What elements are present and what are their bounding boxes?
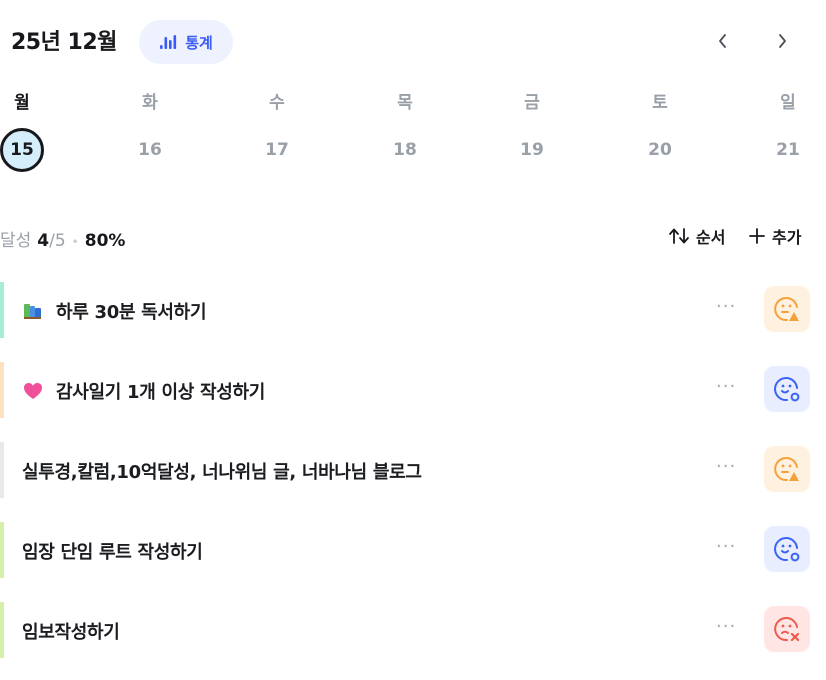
mood-button-happy[interactable]	[764, 526, 810, 572]
weekday-mon: 월	[14, 93, 30, 113]
more-options-button[interactable]: ···	[716, 616, 736, 637]
task-title: 감사일기 1개 이상 작성하기	[56, 382, 265, 403]
task-title: 임장 단임 루트 작성하기	[22, 542, 203, 563]
summary-percent: 80%	[84, 231, 126, 251]
date-21[interactable]: 21	[766, 128, 810, 172]
task-accent-bar	[0, 442, 4, 498]
date-20[interactable]: 20	[638, 128, 682, 172]
stats-button-label: 통계	[185, 33, 213, 52]
mood-button-neutral[interactable]	[764, 286, 810, 332]
sort-arrows-icon	[669, 228, 689, 244]
add-task-label: 추가	[772, 228, 802, 247]
task-item[interactable]: 임보작성하기 ···	[0, 602, 826, 658]
chevron-right-icon	[779, 34, 786, 48]
task-title: 임보작성하기	[22, 622, 120, 643]
task-title: 하루 30분 독서하기	[56, 302, 207, 323]
weekday-sun: 일	[780, 93, 796, 113]
summary-label: 달성	[0, 231, 32, 251]
frown-face-x-icon	[774, 617, 800, 642]
bar-chart-icon	[160, 35, 177, 49]
task-title: 실투경,칼럼,10억달성, 너나위님 글, 너바나님 블로그	[22, 462, 422, 483]
mood-button-neutral[interactable]	[764, 446, 810, 492]
task-accent-bar	[0, 522, 4, 578]
weekday-sat: 토	[652, 93, 668, 113]
date-19[interactable]: 19	[510, 128, 554, 172]
date-16[interactable]: 16	[128, 128, 172, 172]
date-15-selected[interactable]: 15	[0, 128, 44, 172]
more-options-button[interactable]: ···	[716, 456, 736, 477]
date-18[interactable]: 18	[383, 128, 427, 172]
more-options-button[interactable]: ···	[716, 296, 736, 317]
prev-week-button[interactable]	[708, 26, 738, 56]
task-accent-bar	[0, 602, 4, 658]
mood-button-bad[interactable]	[764, 606, 810, 652]
summary-done-count: 4	[37, 231, 50, 251]
books-icon	[24, 304, 41, 319]
next-week-button[interactable]	[767, 26, 797, 56]
add-task-button[interactable]: 추가	[748, 224, 801, 248]
weekday-tue: 화	[142, 93, 158, 113]
chevron-left-icon	[719, 34, 726, 48]
smile-face-icon	[774, 377, 800, 402]
weekday-thu: 목	[397, 93, 413, 113]
weekday-wed: 수	[269, 93, 285, 113]
neutral-face-warning-icon	[774, 457, 799, 482]
date-17[interactable]: 17	[255, 128, 299, 172]
month-title: 25년 12월	[11, 30, 117, 55]
task-item[interactable]: 임장 단임 루트 작성하기 ···	[0, 522, 826, 578]
task-item[interactable]: 감사일기 1개 이상 작성하기 ···	[0, 362, 826, 418]
mood-button-happy[interactable]	[764, 366, 810, 412]
achievement-summary: 달성 4 /5 • 80%	[0, 226, 125, 251]
summary-total-count: /5	[49, 231, 66, 251]
smile-face-icon	[774, 537, 800, 562]
task-item[interactable]: 하루 30분 독서하기 ···	[0, 282, 826, 338]
sort-order-button[interactable]: 순서	[668, 224, 725, 248]
plus-icon	[749, 228, 765, 244]
task-item[interactable]: 실투경,칼럼,10억달성, 너나위님 글, 너바나님 블로그 ···	[0, 442, 826, 498]
neutral-face-warning-icon	[774, 297, 799, 322]
weekday-fri: 금	[524, 93, 540, 113]
more-options-button[interactable]: ···	[716, 376, 736, 397]
heart-icon	[24, 383, 42, 399]
more-options-button[interactable]: ···	[716, 536, 736, 557]
sort-order-label: 순서	[696, 228, 726, 247]
summary-separator: •	[71, 235, 79, 249]
task-accent-bar	[0, 282, 4, 338]
task-accent-bar	[0, 362, 4, 418]
stats-button[interactable]: 통계	[139, 20, 233, 64]
